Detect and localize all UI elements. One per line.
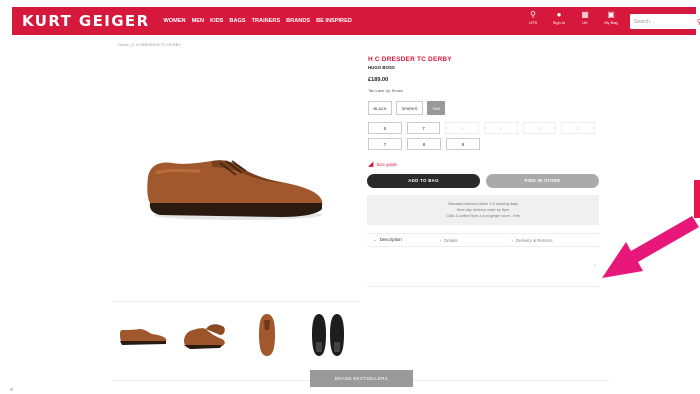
thumbnail-top[interactable] <box>236 306 298 364</box>
size-option-unavailable[interactable]: 9 <box>484 122 518 134</box>
flag-icon: ▦ <box>581 10 589 19</box>
delivery-info: Standard delivery within 3-5 working day… <box>367 195 599 225</box>
my-bag-button[interactable]: ▣ My Bag <box>598 10 624 26</box>
header-utilities: ⚲ UTS ● Sign In ▦ UK ▣ My Bag <box>520 10 624 26</box>
brand-bestsellers-button[interactable]: BRAND BESTSELLERS <box>310 370 413 387</box>
main-product-image[interactable] <box>112 55 358 301</box>
sign-in-button[interactable]: ● Sign In <box>546 10 572 26</box>
user-icon: ● <box>556 10 562 19</box>
ruler-icon: ◢ <box>368 161 374 168</box>
site-logo[interactable]: KURT GEIGER <box>22 12 150 30</box>
size-option-unavailable[interactable]: 11 <box>561 122 596 134</box>
size-option[interactable]: 6 <box>368 122 402 134</box>
size-option[interactable]: 8 <box>407 138 441 150</box>
bag-icon: ▣ <box>607 10 615 19</box>
nav-brands[interactable]: BRANDS <box>286 18 310 24</box>
thumbnail-angle[interactable] <box>174 306 236 364</box>
search-box[interactable]: Search... ⚲ <box>630 14 700 29</box>
country-selector-button[interactable]: ▦ UK <box>572 10 598 26</box>
nav-kids[interactable]: KIDS <box>210 18 223 24</box>
store-locator-button[interactable]: ⚲ UTS <box>520 10 546 26</box>
main-nav: WOMEN MEN KIDS BAGS TRAINERS BRANDS BE I… <box>164 18 358 24</box>
divider <box>112 301 360 302</box>
add-to-bag-button[interactable]: ADD TO BAG <box>367 174 480 188</box>
size-option-unavailable[interactable]: 10 <box>522 122 557 134</box>
chevron-right-icon: › <box>594 263 596 269</box>
find-in-store-button[interactable]: FIND IN STORE <box>486 174 599 188</box>
nav-be-inspired[interactable]: BE INSPIRED <box>316 18 352 24</box>
color-option-tan[interactable]: TAN <box>427 101 445 115</box>
tab-delivery-returns[interactable]: › Delivery & Returns <box>512 238 553 243</box>
chevron-right-icon: › <box>439 237 442 243</box>
nav-bags[interactable]: BAGS <box>229 18 245 24</box>
breadcrumb[interactable]: Home | C H GRESDER TC DERBY <box>118 42 181 47</box>
tab-description[interactable]: ⌄ Description <box>373 237 402 243</box>
color-selector: BLACK SPARKS TAN <box>368 101 449 115</box>
nav-men[interactable]: MEN <box>192 18 204 24</box>
shoe-side-image <box>147 160 323 220</box>
size-option-unavailable[interactable]: 8 <box>445 122 480 134</box>
site-header: KURT GEIGER WOMEN MEN KIDS BAGS TRAINERS… <box>12 7 700 35</box>
size-selector: 6 7 8 9 10 11 7 8 9 <box>368 122 600 154</box>
divider <box>367 286 599 287</box>
location-icon: ⚲ <box>530 10 536 19</box>
tab-details[interactable]: › Details <box>440 238 458 243</box>
chevron-down-icon: ⌄ <box>373 237 377 242</box>
thumbnail-soles[interactable] <box>298 306 360 364</box>
product-title: H C DRESDER TC DERBY <box>368 56 452 63</box>
page-indicator <box>10 388 13 391</box>
product-price: £189.00 <box>368 77 389 83</box>
search-input[interactable]: Search... <box>634 19 697 25</box>
product-tabs: ⌄ Description › Details › Delivery & Return… <box>367 233 599 247</box>
size-option[interactable]: 9 <box>446 138 480 150</box>
nav-trainers[interactable]: TRAINERS <box>252 18 281 24</box>
size-option[interactable]: 7 <box>406 122 441 134</box>
size-option[interactable]: 7 <box>368 138 402 150</box>
product-type: Tan Lace Up Shoes <box>368 88 403 93</box>
chevron-right-icon: › <box>511 237 514 243</box>
size-guide-link[interactable]: ◢ Size guide <box>368 161 397 168</box>
thumbnail-strip <box>112 306 360 364</box>
color-option-sparks[interactable]: SPARKS <box>396 101 423 115</box>
product-brand[interactable]: HUGO BOSS <box>368 65 395 70</box>
nav-women[interactable]: WOMEN <box>164 18 186 24</box>
color-option-black[interactable]: BLACK <box>368 101 392 115</box>
side-tab[interactable] <box>694 180 700 218</box>
thumbnail-side[interactable] <box>112 306 174 364</box>
